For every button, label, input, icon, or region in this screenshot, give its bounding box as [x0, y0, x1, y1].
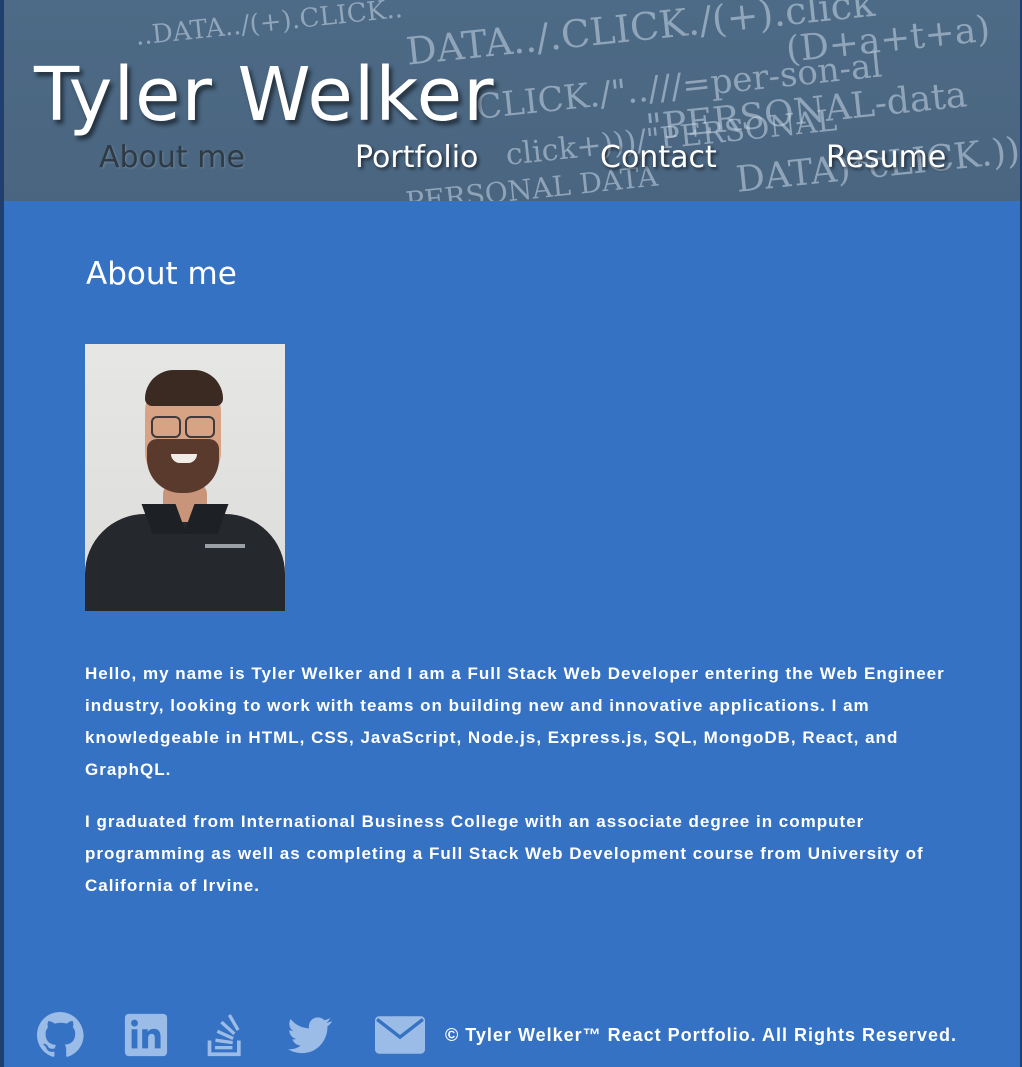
nav-contact[interactable]: Contact: [600, 140, 717, 175]
header-background-text: ..DATA../(+).CLICK..: [134, 0, 404, 52]
stackoverflow-icon[interactable]: [200, 1010, 252, 1060]
linkedin-icon[interactable]: [120, 1010, 172, 1060]
bio: Hello, my name is Tyler Welker and I am …: [85, 658, 955, 922]
email-icon[interactable]: [374, 1010, 426, 1060]
site-header: ..DATA../(+).CLICK.. DATA../.CLICK./(+).…: [4, 0, 1020, 201]
section-title: About me: [86, 256, 237, 292]
github-icon[interactable]: [34, 1010, 86, 1060]
nav-resume[interactable]: Resume: [826, 140, 946, 175]
profile-photo: [85, 344, 285, 611]
bio-paragraph: I graduated from International Business …: [85, 812, 924, 895]
twitter-icon[interactable]: [284, 1010, 336, 1060]
bio-paragraph: Hello, my name is Tyler Welker and I am …: [85, 664, 945, 779]
site-title: Tyler Welker: [34, 52, 495, 138]
nav-portfolio[interactable]: Portfolio: [355, 140, 478, 175]
nav-about-me[interactable]: About me: [99, 140, 245, 175]
page: ..DATA../(+).CLICK.. DATA../.CLICK./(+).…: [4, 0, 1020, 1067]
copyright-text: © Tyler Welker™ React Portfolio. All Rig…: [445, 1025, 958, 1045]
